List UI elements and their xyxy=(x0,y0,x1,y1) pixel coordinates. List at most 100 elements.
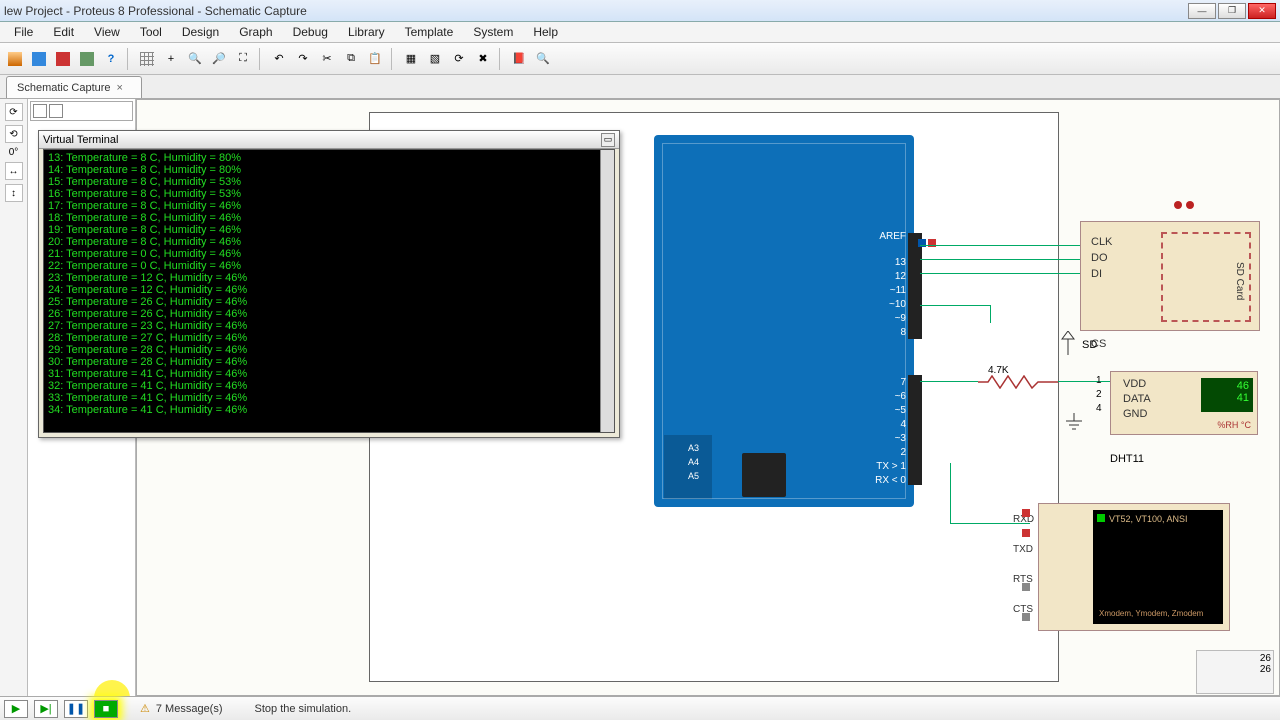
arduino-pin-TX1: TX > 1 xyxy=(876,461,906,472)
left-toolbox: ⟳ ⟲ 0° ↔ ↕ xyxy=(0,99,28,696)
find-icon[interactable]: 🔍 xyxy=(532,48,554,70)
sd-pin-do: DO xyxy=(1091,252,1108,264)
menu-library[interactable]: Library xyxy=(338,23,395,41)
panel-tool-1[interactable] xyxy=(33,104,47,118)
menu-bar: FileEditViewToolDesignGraphDebugLibraryT… xyxy=(0,22,1280,43)
help-icon[interactable]: ? xyxy=(100,48,122,70)
terminal-line: 27: Temperature = 23 C, Humidity = 46% xyxy=(48,320,610,332)
tab-close-icon[interactable]: × xyxy=(117,82,123,94)
main-toolbar: ? + 🔍 🔎 ⛶ ↶ ↷ ✂ ⧉ 📋 ▦ ▧ ⟳ ✖ 📕 🔍 xyxy=(0,43,1280,75)
virtual-terminal-window[interactable]: Virtual Terminal ▭ 13: Temperature = 8 C… xyxy=(38,130,620,438)
arduino-pin-3: ~3 xyxy=(895,433,906,444)
rotate-cw-icon[interactable]: ⟳ xyxy=(5,103,23,121)
snap-icon[interactable]: + xyxy=(160,48,182,70)
messages-count[interactable]: 7 Message(s) xyxy=(156,703,223,715)
minimize-button[interactable]: — xyxy=(1188,3,1216,19)
cut-icon[interactable]: ✂ xyxy=(316,48,338,70)
vt-output[interactable]: 13: Temperature = 8 C, Humidity = 80%14:… xyxy=(43,149,615,433)
menu-edit[interactable]: Edit xyxy=(43,23,84,41)
mirror-h-icon[interactable]: ↔ xyxy=(5,162,23,180)
vt-window-close-icon[interactable]: ▭ xyxy=(601,133,615,147)
sd-led-1 xyxy=(1174,201,1182,209)
terminal-line: 25: Temperature = 26 C, Humidity = 46% xyxy=(48,296,610,308)
sim-pause-button[interactable]: ❚❚ xyxy=(64,700,88,718)
maximize-button[interactable]: ❐ xyxy=(1218,3,1246,19)
mirror-v-icon[interactable]: ↕ xyxy=(5,184,23,202)
block-delete-icon[interactable]: ✖ xyxy=(472,48,494,70)
terminal-line: 15: Temperature = 8 C, Humidity = 53% xyxy=(48,176,610,188)
arduino-pin-7: 7 xyxy=(900,377,906,388)
sim-stop-button[interactable]: ■ xyxy=(94,700,118,718)
panel-tool-2[interactable] xyxy=(49,104,63,118)
coords-panel: 26 26 xyxy=(1196,650,1274,694)
zoom-out-icon[interactable]: 🔎 xyxy=(208,48,230,70)
vt-window-title: Virtual Terminal xyxy=(43,134,118,146)
home-icon[interactable] xyxy=(4,48,26,70)
vt-scrollbar[interactable] xyxy=(600,150,614,432)
menu-system[interactable]: System xyxy=(463,23,523,41)
close-button[interactable]: ✕ xyxy=(1248,3,1276,19)
terminal-line: 32: Temperature = 41 C, Humidity = 46% xyxy=(48,380,610,392)
terminal-line: 18: Temperature = 8 C, Humidity = 46% xyxy=(48,212,610,224)
arduino-pin-4: 4 xyxy=(900,419,906,430)
arduino-board[interactable]: AREF 1312~11~10~98 7~6~54~32TX > 1RX < 0… xyxy=(654,135,914,507)
block-copy-icon[interactable]: ▦ xyxy=(400,48,422,70)
schematic-icon[interactable] xyxy=(28,48,50,70)
terminal-line: 31: Temperature = 41 C, Humidity = 46% xyxy=(48,368,610,380)
terminal-line: 29: Temperature = 28 C, Humidity = 46% xyxy=(48,344,610,356)
menu-graph[interactable]: Graph xyxy=(229,23,282,41)
menu-view[interactable]: View xyxy=(84,23,130,41)
undo-icon[interactable]: ↶ xyxy=(268,48,290,70)
tab-label: Schematic Capture xyxy=(17,82,111,94)
menu-debug[interactable]: Debug xyxy=(283,23,338,41)
arduino-pin-RX0: RX < 0 xyxy=(875,475,906,486)
arduino-pin-A5: A5 xyxy=(688,471,699,481)
sd-card-module[interactable]: SD Card CLKDODICS xyxy=(1080,221,1260,331)
redo-icon[interactable]: ↷ xyxy=(292,48,314,70)
menu-help[interactable]: Help xyxy=(523,23,568,41)
pin-aref: AREF xyxy=(879,231,906,242)
toggle-grid-icon[interactable] xyxy=(136,48,158,70)
zoom-fit-icon[interactable]: ⛶ xyxy=(232,48,254,70)
arduino-pin-2: 2 xyxy=(900,447,906,458)
ground-symbol xyxy=(1064,413,1084,433)
rotate-ccw-icon[interactable]: ⟲ xyxy=(5,125,23,143)
tab-strip: Schematic Capture × xyxy=(0,75,1280,99)
status-bar: ▶ ▶| ❚❚ ■ ⚠ 7 Message(s) Stop the simula… xyxy=(0,696,1280,720)
dht-pin-gnd: GND xyxy=(1123,408,1147,420)
menu-tool[interactable]: Tool xyxy=(130,23,172,41)
analog-header: A3A4A5 xyxy=(664,435,712,499)
vterm-line2: Xmodem, Ymodem, Zmodem xyxy=(1099,609,1203,618)
dht-units: %RH °C xyxy=(1217,420,1251,430)
dht-display: 46 41 xyxy=(1201,378,1253,412)
virtual-terminal-component[interactable]: VT52, VT100, ANSI Xmodem, Ymodem, Zmodem… xyxy=(1038,503,1230,631)
sim-play-button[interactable]: ▶ xyxy=(4,700,28,718)
arduino-pin-5: ~5 xyxy=(895,405,906,416)
block-rotate-icon[interactable]: ⟳ xyxy=(448,48,470,70)
menu-file[interactable]: File xyxy=(4,23,43,41)
dht11-module[interactable]: VDDDATAGND 46 41 %RH °C xyxy=(1110,371,1258,435)
terminal-line: 20: Temperature = 8 C, Humidity = 46% xyxy=(48,236,610,248)
source-icon[interactable] xyxy=(76,48,98,70)
sim-step-button[interactable]: ▶| xyxy=(34,700,58,718)
zoom-in-icon[interactable]: 🔍 xyxy=(184,48,206,70)
library-icon[interactable]: 📕 xyxy=(508,48,530,70)
pcb-icon[interactable] xyxy=(52,48,74,70)
terminal-line: 33: Temperature = 41 C, Humidity = 46% xyxy=(48,392,610,404)
copy-icon[interactable]: ⧉ xyxy=(340,48,362,70)
dht-pin-num-4: 4 xyxy=(1096,403,1102,414)
terminal-line: 26: Temperature = 26 C, Humidity = 46% xyxy=(48,308,610,320)
block-move-icon[interactable]: ▧ xyxy=(424,48,446,70)
paste-icon[interactable]: 📋 xyxy=(364,48,386,70)
dht-pin-num-2: 2 xyxy=(1096,389,1102,400)
menu-design[interactable]: Design xyxy=(172,23,229,41)
arduino-pin-6: ~6 xyxy=(895,391,906,402)
menu-template[interactable]: Template xyxy=(395,23,464,41)
arduino-pin-8: 8 xyxy=(900,327,906,338)
tab-schematic-capture[interactable]: Schematic Capture × xyxy=(6,76,142,98)
terminal-line: 16: Temperature = 8 C, Humidity = 53% xyxy=(48,188,610,200)
terminal-line: 24: Temperature = 12 C, Humidity = 46% xyxy=(48,284,610,296)
terminal-led-icon xyxy=(1097,514,1105,522)
terminal-line: 34: Temperature = 41 C, Humidity = 46% xyxy=(48,404,610,416)
sd-led-2 xyxy=(1186,201,1194,209)
